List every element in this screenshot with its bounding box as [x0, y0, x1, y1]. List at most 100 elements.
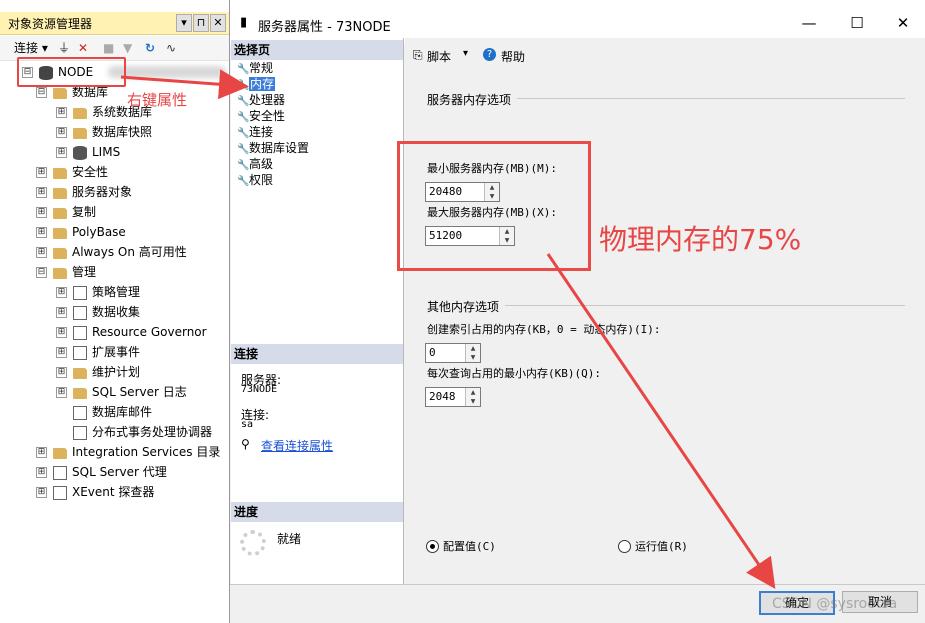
tree-node[interactable]: ⊞ 扩展事件 — [56, 342, 140, 362]
spin-up-icon[interactable]: ▲ — [466, 344, 480, 353]
folder-icon — [53, 167, 67, 179]
expand-icon[interactable]: ⊞ — [56, 347, 67, 358]
page-item[interactable]: 🔧常规 — [237, 60, 273, 76]
maximize-button[interactable]: ☐ — [842, 12, 872, 34]
tree-node-label: 数据库邮件 — [92, 405, 153, 419]
folder-icon — [73, 127, 87, 139]
script-button[interactable]: 脚本 — [427, 48, 451, 65]
disconnect-icon[interactable]: ✕ — [78, 39, 88, 57]
tree-node[interactable]: 分布式事务处理协调器 — [56, 422, 212, 442]
tree-node[interactable]: ⊞ 数据收集 — [56, 302, 140, 322]
expand-icon[interactable]: ⊞ — [36, 187, 47, 198]
spin-down-icon[interactable]: ▼ — [466, 353, 480, 362]
close-button[interactable]: ✕ — [888, 12, 918, 34]
expand-icon[interactable]: ⊞ — [56, 127, 67, 138]
object-icon — [73, 325, 87, 340]
folder-icon — [53, 447, 67, 459]
connect-button[interactable]: 连接 ▾ — [14, 39, 48, 57]
tree-node[interactable]: ⊞ LIMS — [56, 142, 120, 162]
stop-icon[interactable]: ■ — [103, 39, 114, 57]
server-memory-group-title: 服务器内存选项 — [427, 93, 512, 107]
minimize-button[interactable]: — — [794, 12, 824, 34]
page-item[interactable]: 🔧内存 — [237, 76, 276, 92]
tree-node-label: 数据库 — [72, 85, 109, 99]
expand-icon[interactable]: ⊞ — [56, 307, 67, 318]
page-item-label: 连接 — [249, 125, 274, 139]
expand-icon[interactable]: ⊞ — [36, 467, 47, 478]
object-explorer-titlebar: 对象资源管理器 ▾ ⊓ ✕ — [0, 12, 229, 35]
expand-icon[interactable]: ⊞ — [56, 107, 67, 118]
folder-icon — [53, 267, 67, 279]
tree-node[interactable]: ⊟ 管理 — [36, 262, 96, 282]
page-item-label: 内存 — [249, 77, 276, 91]
index-memory-label: 创建索引占用的内存(KB，0 = 动态内存)(I): — [427, 323, 661, 336]
dropdown-icon[interactable]: ▾ — [176, 14, 192, 32]
tree-node[interactable]: ⊞ 数据库快照 — [56, 122, 152, 142]
pin-icon[interactable]: ⊓ — [193, 14, 209, 32]
tree-node-label: 复制 — [72, 205, 97, 219]
tree-node[interactable]: ⊞ Always On 高可用性 — [36, 242, 187, 262]
expand-icon[interactable]: ⊞ — [36, 247, 47, 258]
expand-icon[interactable]: ⊞ — [56, 327, 67, 338]
expand-icon[interactable]: ⊞ — [56, 287, 67, 298]
page-item[interactable]: 🔧连接 — [237, 124, 273, 140]
configured-values-radio[interactable] — [426, 540, 439, 553]
other-memory-group-title: 其他内存选项 — [427, 300, 500, 314]
expand-icon[interactable]: ⊞ — [56, 367, 67, 378]
tree-node[interactable]: ⊞ XEvent 探查器 — [36, 482, 154, 502]
expand-icon[interactable]: ⊞ — [36, 167, 47, 178]
expand-icon[interactable]: ⊞ — [36, 207, 47, 218]
tree-node[interactable]: ⊞ 策略管理 — [56, 282, 140, 302]
collapse-icon[interactable]: ⊟ — [36, 87, 47, 98]
tree-node-label: 安全性 — [72, 165, 109, 179]
activity-monitor-icon[interactable]: ∿ — [166, 39, 176, 57]
index-memory-input[interactable]: 0 ▲ ▼ — [425, 343, 481, 363]
query-memory-label: 每次查询占用的最小内存(KB)(Q): — [427, 367, 601, 380]
tree-node[interactable]: ⊞ SQL Server 代理 — [36, 462, 167, 482]
query-memory-input[interactable]: 2048 ▲ ▼ — [425, 387, 481, 407]
folder-icon — [53, 207, 67, 219]
folder-icon — [53, 187, 67, 199]
view-connection-properties-link[interactable]: 查看连接属性 — [261, 437, 333, 454]
tree-node[interactable]: ⊞ 服务器对象 — [36, 182, 132, 202]
progress-status: 就绪 — [277, 532, 302, 546]
expand-icon[interactable]: ⊞ — [56, 387, 67, 398]
page-item[interactable]: 🔧数据库设置 — [237, 140, 309, 156]
page-item[interactable]: 🔧高级 — [237, 156, 273, 172]
connection-header: 连接 — [231, 344, 403, 364]
folder-icon — [73, 387, 87, 399]
folder-icon — [53, 227, 67, 239]
tree-node[interactable]: ⊞ 维护计划 — [56, 362, 140, 382]
expand-icon[interactable]: ⊞ — [36, 487, 47, 498]
running-values-radio[interactable] — [618, 540, 631, 553]
tree-node[interactable]: ⊞ Integration Services 目录 — [36, 442, 220, 462]
dropdown-icon[interactable]: ▾ — [463, 48, 468, 59]
collapse-icon[interactable]: ⊟ — [36, 267, 47, 278]
tree-node[interactable]: ⊞ Resource Governor — [56, 322, 207, 342]
expand-icon[interactable]: ⊞ — [56, 147, 67, 158]
page-item[interactable]: 🔧权限 — [237, 172, 273, 188]
filter-icon[interactable]: ▼ — [123, 39, 132, 57]
expand-icon[interactable]: ⊞ — [36, 447, 47, 458]
spin-down-icon[interactable]: ▼ — [466, 397, 480, 406]
tree-node-label: 维护计划 — [92, 365, 141, 379]
expand-icon[interactable]: ⊞ — [36, 227, 47, 238]
page-item[interactable]: 🔧处理器 — [237, 92, 285, 108]
tree-node-label: Resource Governor — [92, 325, 207, 339]
index-memory-value: 0 — [429, 346, 436, 359]
tree-node[interactable]: ⊞ 复制 — [36, 202, 96, 222]
object-icon — [73, 345, 87, 360]
page-item-label: 高级 — [249, 157, 274, 171]
help-button[interactable]: 帮助 — [501, 48, 525, 65]
connect-plug-icon[interactable]: ⏚ — [58, 39, 70, 57]
page-item[interactable]: 🔧安全性 — [237, 108, 285, 124]
close-icon[interactable]: ✕ — [210, 14, 226, 32]
tree-node[interactable]: ⊞ 安全性 — [36, 162, 108, 182]
spin-up-icon[interactable]: ▲ — [466, 388, 480, 397]
tree-node[interactable]: ⊞ PolyBase — [36, 222, 126, 242]
tree-node[interactable]: ⊞ SQL Server 日志 — [56, 382, 187, 402]
tree-node[interactable]: 数据库邮件 — [56, 402, 152, 422]
tree-node-label: 策略管理 — [92, 285, 141, 299]
object-icon — [53, 465, 67, 480]
refresh-icon[interactable]: ↻ — [145, 39, 155, 57]
